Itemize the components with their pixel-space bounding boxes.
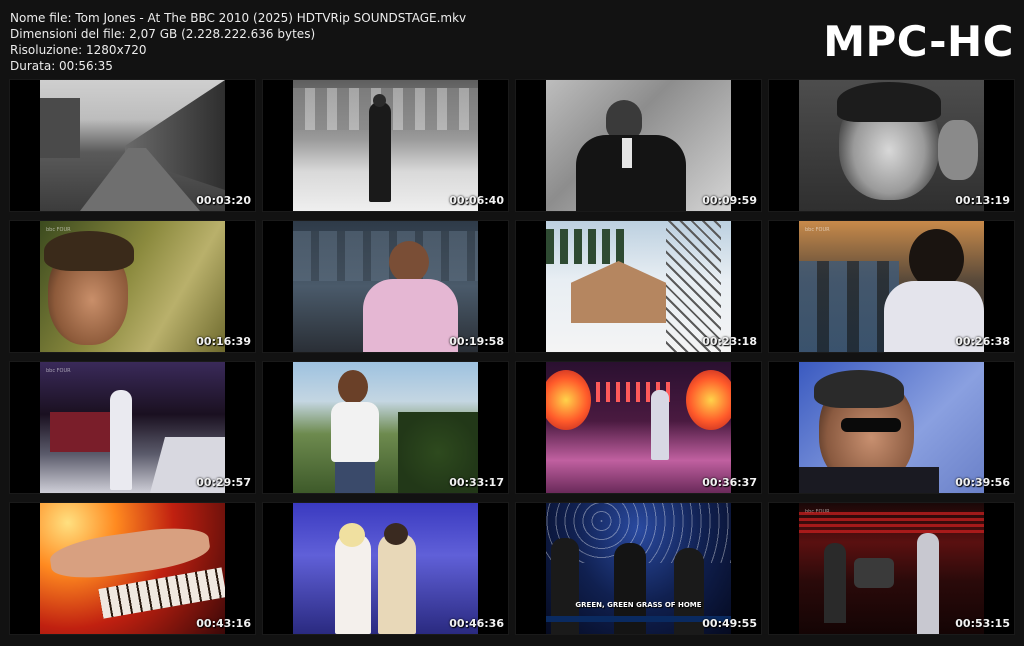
thumbnail[interactable]: GREEN, GREEN GRASS OF HOME 00:49:55 xyxy=(516,503,761,634)
thumbnail[interactable]: 00:03:20 xyxy=(10,80,255,211)
thumbnail-image xyxy=(799,362,984,493)
channel-watermark: bbc FOUR xyxy=(805,227,830,233)
thumbnail-image xyxy=(546,221,731,352)
timestamp: 00:46:36 xyxy=(449,617,504,630)
thumbnail[interactable]: 00:46:36 xyxy=(263,503,508,634)
thumbnail[interactable]: 00:36:37 xyxy=(516,362,761,493)
thumbnail[interactable]: 00:33:17 xyxy=(263,362,508,493)
thumbnail[interactable]: bbc FOUR 00:16:39 xyxy=(10,221,255,352)
thumbnail[interactable]: bbc FOUR 00:53:15 xyxy=(769,503,1014,634)
channel-watermark: bbc FOUR xyxy=(46,368,71,374)
channel-watermark: bbc FOUR xyxy=(46,227,71,233)
song-caption: GREEN, GREEN GRASS OF HOME xyxy=(575,601,702,609)
thumbnail[interactable]: 00:43:16 xyxy=(10,503,255,634)
thumbnail[interactable]: 00:06:40 xyxy=(263,80,508,211)
thumbnail[interactable]: 00:23:18 xyxy=(516,221,761,352)
thumbnail[interactable]: bbc FOUR 00:26:38 xyxy=(769,221,1014,352)
thumbnail-image: bbc FOUR xyxy=(40,362,225,493)
timestamp: 00:13:19 xyxy=(955,194,1010,207)
timestamp: 00:33:17 xyxy=(449,476,504,489)
thumbnail-image xyxy=(293,221,478,352)
timestamp: 00:39:56 xyxy=(955,476,1010,489)
thumbnail-image: bbc FOUR xyxy=(799,221,984,352)
thumbnail-image xyxy=(546,80,731,211)
thumbnail[interactable]: 00:09:59 xyxy=(516,80,761,211)
timestamp: 00:16:39 xyxy=(196,335,251,348)
timestamp: 00:09:59 xyxy=(702,194,757,207)
timestamp: 00:43:16 xyxy=(196,617,251,630)
thumbnail-image: bbc FOUR xyxy=(799,503,984,634)
thumbnail-image xyxy=(293,503,478,634)
timestamp: 00:36:37 xyxy=(702,476,757,489)
thumbnail[interactable]: 00:13:19 xyxy=(769,80,1014,211)
thumbnail-grid: 00:03:20 00:06:40 00:09:59 00:13:19 bbc … xyxy=(0,0,1024,646)
thumbnail-image xyxy=(40,503,225,634)
thumbnail-image xyxy=(799,80,984,211)
thumbnail[interactable]: 00:39:56 xyxy=(769,362,1014,493)
thumbnail-image xyxy=(546,362,731,493)
timestamp: 00:26:38 xyxy=(955,335,1010,348)
thumbnail[interactable]: 00:19:58 xyxy=(263,221,508,352)
thumbnail-image xyxy=(293,362,478,493)
timestamp: 00:23:18 xyxy=(702,335,757,348)
timestamp: 00:03:20 xyxy=(196,194,251,207)
thumbnail-image: bbc FOUR xyxy=(40,221,225,352)
thumbnail-image: GREEN, GREEN GRASS OF HOME xyxy=(546,503,731,634)
timestamp: 00:53:15 xyxy=(955,617,1010,630)
timestamp: 00:19:58 xyxy=(449,335,504,348)
thumbnail-image xyxy=(293,80,478,211)
timestamp: 00:06:40 xyxy=(449,194,504,207)
timestamp: 00:49:55 xyxy=(702,617,757,630)
thumbnail[interactable]: bbc FOUR 00:29:57 xyxy=(10,362,255,493)
thumbnail-image xyxy=(40,80,225,211)
timestamp: 00:29:57 xyxy=(196,476,251,489)
